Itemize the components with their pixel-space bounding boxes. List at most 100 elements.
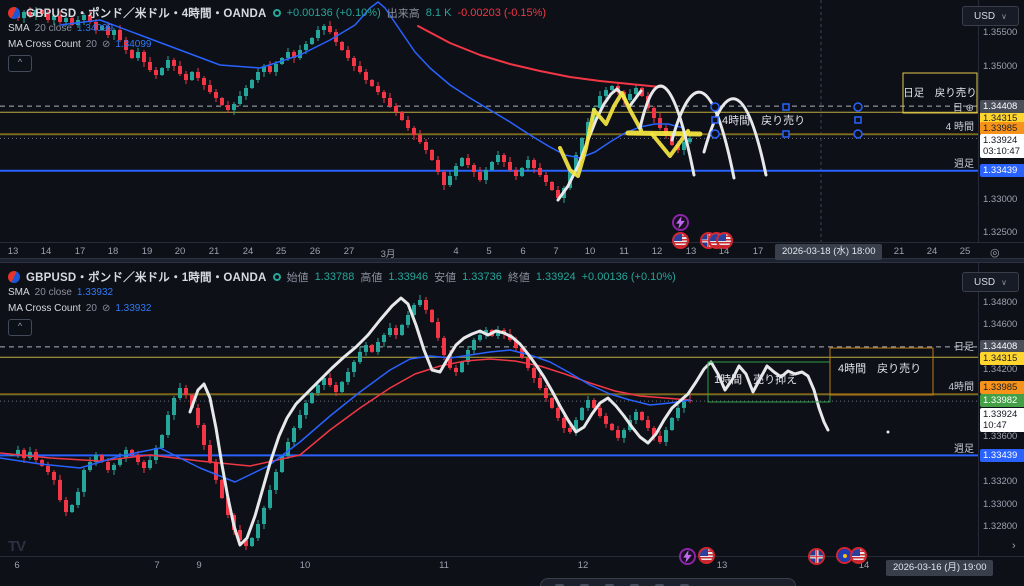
candle-body	[448, 176, 452, 185]
candle-body	[388, 328, 392, 335]
candle-body	[538, 378, 542, 388]
price-tag[interactable]: 1.33924 10:47	[980, 408, 1024, 432]
volume-label: 出来高	[386, 8, 420, 20]
drawing-handle[interactable]	[711, 116, 719, 124]
candle-body	[382, 335, 386, 342]
candle-body	[376, 342, 380, 352]
flag-art	[681, 550, 694, 563]
candle-body	[292, 428, 296, 442]
price-tag[interactable]: 1.34408	[980, 100, 1024, 113]
hide-indicator-icon[interactable]: ⊘	[102, 303, 110, 314]
candle-body	[202, 425, 206, 445]
drawing-handle[interactable]	[782, 130, 790, 138]
candle-body	[652, 108, 656, 118]
candle-body	[316, 30, 320, 38]
price-tag[interactable]: 1.33439	[980, 164, 1024, 177]
close-value: 1.33924	[535, 271, 576, 283]
indicator-sma-row[interactable]: SMA 20 close 1.34099	[8, 23, 113, 34]
price-tag[interactable]: 1.33985	[980, 381, 1024, 394]
candle-body	[532, 160, 536, 168]
annotation-text[interactable]: 4時間 戻り売り	[838, 362, 921, 375]
drawing-handle[interactable]	[710, 102, 720, 112]
level-side-label: 日足	[954, 341, 974, 353]
indicator-sma-row[interactable]: SMA 20 close 1.33932	[8, 287, 113, 298]
collapse-legend-button[interactable]: ^	[8, 55, 32, 72]
us-flag-icon[interactable]	[716, 232, 733, 249]
candle-body	[676, 407, 680, 418]
symbol-title[interactable]: GBPUSD・ポンド／米ドル・4時間・OANDA	[26, 5, 267, 21]
time-tick: 25	[275, 246, 287, 257]
candle-body	[436, 160, 440, 172]
economic-event-icon[interactable]	[679, 548, 696, 565]
currency-dropdown[interactable]: USD ∨	[962, 6, 1019, 26]
red-trendline[interactable]	[417, 25, 661, 88]
economic-event-icon[interactable]	[672, 214, 689, 231]
drawing-handle[interactable]	[854, 116, 862, 124]
indicator-value: 1.34099	[115, 39, 152, 50]
drawing-handle[interactable]	[782, 103, 790, 111]
indicator-params: 20 close	[34, 23, 72, 34]
candle-body	[460, 362, 464, 372]
uk-flag-icon[interactable]	[808, 548, 825, 565]
candle-body	[478, 172, 482, 180]
red-ma-line[interactable]	[0, 358, 691, 467]
time-tick: 27	[343, 246, 355, 257]
us-flag-icon[interactable]	[850, 547, 867, 564]
candle-body	[226, 105, 230, 110]
price-tick: 1.34200	[983, 364, 1018, 376]
drawing-toolbar[interactable]	[540, 578, 796, 586]
chart-4h-plot[interactable]: 日足 戻り売り 4時間 戻り売り 日 ⊕ 4 時間週足	[0, 0, 978, 242]
candle-body	[442, 337, 446, 355]
candle-body	[142, 462, 146, 468]
indicator-ma-cross-row[interactable]: MA Cross Count 20 ⊘ 1.34099	[8, 39, 151, 50]
time-tick: 24	[926, 246, 938, 257]
candle-body	[382, 92, 386, 98]
candle-body	[622, 430, 626, 438]
price-change: +0.00136 (+0.10%)	[581, 271, 676, 283]
us-flag-icon[interactable]	[698, 547, 715, 564]
drawing-handle[interactable]	[710, 129, 720, 139]
currency-dropdown[interactable]: USD ∨	[962, 272, 1019, 292]
candle-body	[370, 345, 374, 352]
annotation-text[interactable]: 4時間 戻り売り	[722, 114, 805, 127]
candle-body	[616, 430, 620, 438]
us-flag-icon[interactable]	[672, 232, 689, 249]
sma-line[interactable]	[0, 349, 691, 483]
low-value: 1.33736	[462, 271, 502, 283]
candle-body	[262, 507, 266, 524]
collapse-legend-button[interactable]: ^	[8, 319, 32, 336]
drawing-handle[interactable]	[853, 102, 863, 112]
time-axis-tooltip: 2026-03-18 (水) 18:00	[775, 244, 883, 260]
symbol-title[interactable]: GBPUSD・ポンド／米ドル・1時間・OANDA	[26, 269, 267, 285]
candle-body	[70, 505, 74, 512]
candle-body	[484, 170, 488, 180]
candle-body	[568, 428, 572, 432]
candle-body	[466, 158, 470, 165]
white-drawing-path[interactable]	[188, 296, 830, 547]
price-tag[interactable]: 1.33982	[980, 394, 1024, 407]
annotation-text[interactable]: 1時間 売り抑え	[714, 372, 797, 386]
price-tag[interactable]: 1.33439	[980, 449, 1024, 462]
chart-1h-legend: GBPUSD・ポンド／米ドル・1時間・OANDA 始値 1.33788 高値 1…	[8, 269, 676, 285]
price-change-low: -0.00203 (-0.15%)	[457, 7, 547, 19]
candle-body	[670, 418, 674, 430]
candle-body	[298, 415, 302, 428]
level-side-label: 日 ⊕	[953, 103, 974, 114]
candle-body	[406, 315, 410, 325]
candle-body	[220, 98, 224, 105]
yellow-highlight-bar[interactable]	[625, 130, 703, 137]
candle-body	[394, 328, 398, 335]
candle-body	[196, 72, 200, 78]
time-tick: 19	[141, 246, 153, 257]
hide-indicator-icon[interactable]: ⊘	[102, 39, 110, 50]
open-label: 始値	[286, 272, 309, 284]
annotation-text[interactable]: 日足 戻り売り	[903, 86, 977, 99]
candle-body	[256, 72, 260, 80]
drawing-handle[interactable]	[853, 129, 863, 139]
lightning-icon	[676, 216, 685, 229]
candle-body	[58, 479, 62, 500]
price-tag[interactable]: 1.33924 03:10:47	[980, 134, 1024, 158]
indicator-ma-cross-row[interactable]: MA Cross Count 20 ⊘ 1.33932	[8, 303, 151, 314]
scroll-right-icon[interactable]: ›	[1012, 540, 1016, 552]
price-tag[interactable]: 1.34315	[980, 352, 1024, 365]
